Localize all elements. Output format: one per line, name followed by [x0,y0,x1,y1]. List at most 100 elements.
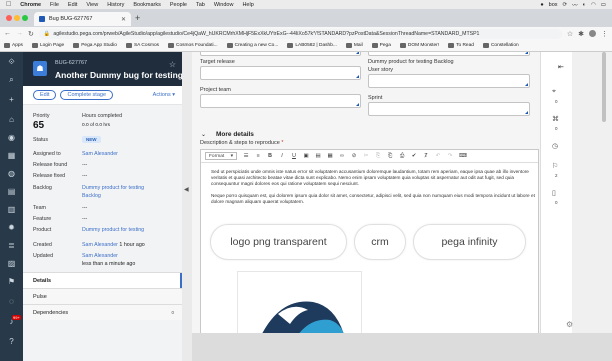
user-story-input[interactable] [368,74,530,88]
undo-icon[interactable]: ↶ [435,153,441,159]
bookmark-to-read[interactable]: To Read [448,43,474,48]
profile-avatar-icon[interactable] [589,30,596,37]
editor-body[interactable]: Sed ut perspiciatis unde omnis iste natu… [211,169,536,210]
bookmark-pega-app-studio[interactable]: Pega App Studio [73,43,117,48]
box-status[interactable]: box [549,2,558,8]
close-window-icon[interactable] [6,15,12,21]
documents-icon[interactable]: ▤ [6,186,17,197]
complete-stage-button[interactable]: Complete stage [60,90,114,100]
image-chip[interactable]: crm [354,224,406,260]
home-icon[interactable]: ⌂ [6,114,17,125]
menu-bookmarks[interactable]: Bookmarks [133,2,161,8]
image-chip[interactable]: pega infinity [413,224,526,260]
unlink-icon[interactable]: ⊘ [351,153,357,159]
bookmark-lab-dashboard[interactable]: LAB0582 | Dashb... [287,43,337,48]
collapse-left-icon[interactable]: ◀ [184,186,189,193]
chevron-down-icon[interactable]: ⌄ [201,131,206,138]
compass-icon[interactable]: ◍ [6,168,17,179]
menu-help[interactable]: Help [242,2,253,8]
wifi-icon[interactable]: ◠ [591,2,596,8]
address-bar[interactable]: 🔒 agilestudio.pega.com/prweb/AgileStudio… [38,28,562,39]
collapse-right-icon[interactable]: ⇤ [558,63,564,71]
paste-text-icon[interactable]: ⎙ [399,153,405,160]
bold-icon[interactable]: B [267,153,273,159]
table-icon[interactable]: ▦ [327,153,333,159]
menu-people[interactable]: People [170,2,187,8]
release-target-field[interactable] [200,52,361,56]
paste-icon[interactable]: ⎗ [387,153,393,160]
actions-menu-button[interactable]: Actions ▾ [153,92,175,98]
volume-icon[interactable]: ◐ [583,2,586,8]
menu-file[interactable]: File [50,2,59,8]
chat-icon[interactable]: ◌ [6,296,17,307]
forward-icon[interactable]: → [16,30,23,37]
tag-icon[interactable]: ⌘ [552,115,559,123]
format-dropdown[interactable]: Format ▾ [205,152,237,160]
assigned-value-link[interactable]: Sam Alexander [82,151,118,157]
battery-icon[interactable]: ▭ [601,2,606,8]
underline-icon[interactable]: U [291,153,297,159]
bookmark-star-icon[interactable]: ☆ [567,30,573,38]
spellcheck-icon[interactable]: ✔ [411,153,417,159]
copy-icon[interactable]: ⎘ [375,153,381,160]
source-code-icon[interactable]: ⌨ [459,153,467,159]
sprint-input[interactable] [368,102,530,116]
tab-pulse[interactable]: Pulse [23,288,182,304]
panel-splitter[interactable]: ◀ [182,52,192,361]
edit-button[interactable]: Edit [33,90,57,100]
tab-dependencies[interactable]: Dependencies 0 [23,304,182,320]
backlog-value-link-2[interactable]: Backlog [82,193,101,199]
more-details-heading[interactable]: More details [216,131,254,138]
bulleted-list-icon[interactable]: ☰ [243,153,249,159]
bookmark-dom-monster[interactable]: DOM Monster! [399,43,439,48]
bookmark-apps[interactable]: Apps [4,43,23,48]
minimize-window-icon[interactable] [14,15,20,21]
documents-icon[interactable]: ▯ [552,189,556,197]
github-icon[interactable]: ● [540,2,543,8]
attachment-icon[interactable]: ⌖ [552,88,556,96]
menu-window[interactable]: Window [214,2,234,8]
followers-icon[interactable]: ⚐ [552,162,558,170]
menu-chrome[interactable]: Chrome [20,2,41,8]
browser-tab[interactable]: Bug BUG-627767 ✕ [34,12,131,26]
search-icon[interactable]: ⌕ [6,74,17,85]
redo-icon[interactable]: ↷ [447,153,453,159]
backlog-value-link[interactable]: Dummy product for testing [82,185,144,191]
clipboard-icon[interactable]: ▥ [6,204,17,215]
target-release-input[interactable] [200,66,361,80]
embed-icon[interactable]: ▤ [315,153,321,159]
release-select-field[interactable] [368,52,530,56]
dashboard-icon[interactable]: ◉ [6,132,17,143]
menu-history[interactable]: History [107,2,124,8]
bookmark-creating-new[interactable]: Creating a new Co... [226,43,278,48]
close-tab-icon[interactable]: ✕ [121,16,126,23]
reload-icon[interactable]: ↻ [28,30,34,38]
product-value-link[interactable]: Dummy product for testing [82,227,144,233]
history-clock-icon[interactable]: ◷ [552,142,558,150]
bookmark-pega[interactable]: Pega [371,43,391,48]
scrollbar[interactable] [602,52,606,122]
new-tab-icon[interactable]: + [135,13,140,23]
apple-icon[interactable]:  [6,1,11,8]
numbered-list-icon[interactable]: ≡ [255,153,261,159]
menu-view[interactable]: View [86,2,98,8]
embedded-image[interactable] [237,271,362,333]
list-icon[interactable]: ≣ [6,240,17,251]
image-icon[interactable]: ▣ [303,153,309,159]
bookmark-constellation[interactable]: Constellation [482,43,519,48]
more-menu-icon[interactable]: ⋮ [601,30,608,38]
clear-format-icon[interactable]: Ⱦ [423,153,429,159]
activity-icon[interactable]: 〰 [572,1,578,9]
help-icon[interactable]: ? [6,336,17,347]
bookmark-login-page[interactable]: Login Page [31,43,64,48]
bug-icon[interactable]: ✹ [6,222,17,233]
menu-edit[interactable]: Edit [68,2,77,8]
settings-gear-icon[interactable]: ⚙ [566,320,573,329]
create-plus-icon[interactable]: + [6,94,17,105]
italic-icon[interactable]: I [279,153,285,159]
bookmark-cosmos-foundation[interactable]: Cosmos Foundati... [168,43,218,48]
sync-icon[interactable]: ⟳ [563,2,568,8]
pega-logo-icon[interactable]: ⟐ [6,56,17,67]
flag-icon[interactable]: ⚑ [6,276,17,287]
bookmark-sa-cosmos[interactable]: SA Cosmos [125,43,159,48]
